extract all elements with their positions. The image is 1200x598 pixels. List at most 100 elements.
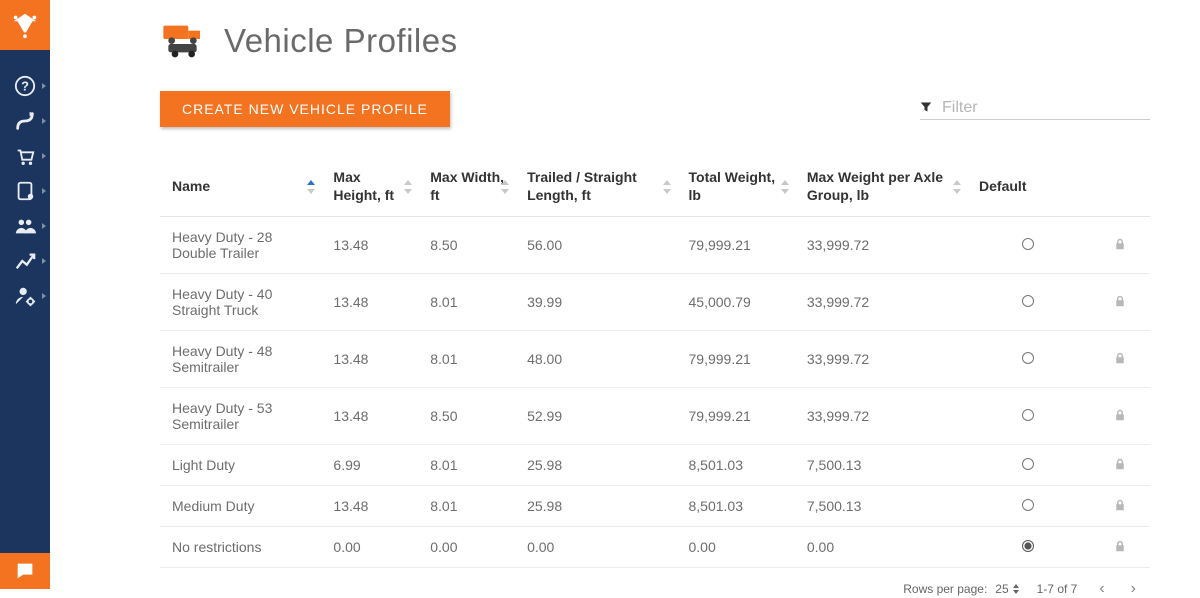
col-name-label: Name — [172, 178, 210, 194]
col-axle-label: Max Weight per Axle Group, lb — [807, 169, 943, 203]
cell-total: 79,999.21 — [677, 217, 795, 274]
cell-lock — [1085, 445, 1150, 486]
cell-name: Medium Duty — [160, 486, 321, 527]
rows-per-page: Rows per page: 25 — [903, 582, 1018, 596]
cell-height: 13.48 — [321, 388, 418, 445]
cell-lock — [1085, 331, 1150, 388]
cell-total: 0.00 — [677, 527, 795, 568]
cell-length: 39.99 — [515, 274, 676, 331]
cell-default — [967, 445, 1085, 486]
sort-icon — [501, 180, 509, 194]
table-row[interactable]: Heavy Duty - 53 Semitrailer13.488.5052.9… — [160, 388, 1150, 445]
col-total-weight[interactable]: Total Weight, lb — [677, 157, 795, 217]
cell-height: 13.48 — [321, 331, 418, 388]
cell-lock — [1085, 388, 1150, 445]
pager-prev[interactable]: ‹ — [1095, 580, 1108, 598]
col-max-height[interactable]: Max Height, ft — [321, 157, 418, 217]
sort-icon — [953, 180, 961, 194]
table-header-row: Name Max Height, ft Max Width, ft Traile… — [160, 157, 1150, 217]
cell-axle: 33,999.72 — [795, 388, 967, 445]
cell-height: 13.48 — [321, 217, 418, 274]
default-radio[interactable] — [1022, 458, 1034, 470]
table-row[interactable]: Heavy Duty - 48 Semitrailer13.488.0148.0… — [160, 331, 1150, 388]
table-row[interactable]: Heavy Duty - 40 Straight Truck13.488.013… — [160, 274, 1150, 331]
table-row[interactable]: Medium Duty13.488.0125.988,501.037,500.1… — [160, 486, 1150, 527]
col-length[interactable]: Trailed / Straight Length, ft — [515, 157, 676, 217]
rows-per-page-select[interactable]: 25 — [995, 582, 1018, 596]
col-axle-weight[interactable]: Max Weight per Axle Group, lb — [795, 157, 967, 217]
col-lock — [1085, 157, 1150, 217]
cell-default — [967, 486, 1085, 527]
cell-height: 6.99 — [321, 445, 418, 486]
create-vehicle-profile-button[interactable]: CREATE NEW VEHICLE PROFILE — [160, 91, 450, 127]
routes-icon — [14, 110, 36, 132]
cell-total: 79,999.21 — [677, 331, 795, 388]
cell-height: 0.00 — [321, 527, 418, 568]
sidebar-item-user-settings[interactable] — [0, 278, 50, 313]
default-radio[interactable] — [1022, 540, 1034, 552]
cell-length: 56.00 — [515, 217, 676, 274]
cell-name: Heavy Duty - 48 Semitrailer — [160, 331, 321, 388]
sidebar-chat-button[interactable] — [0, 553, 50, 589]
main-panel: Vehicle Profiles CREATE NEW VEHICLE PROF… — [50, 0, 1200, 589]
cell-default — [967, 217, 1085, 274]
cell-height: 13.48 — [321, 274, 418, 331]
sidebar-nav: ? — [0, 50, 50, 553]
cell-length: 0.00 — [515, 527, 676, 568]
sidebar-item-help[interactable]: ? — [0, 68, 50, 103]
default-radio[interactable] — [1022, 352, 1034, 364]
cell-total: 79,999.21 — [677, 388, 795, 445]
default-radio[interactable] — [1022, 295, 1034, 307]
lock-icon — [1114, 294, 1126, 310]
sidebar-item-orders[interactable] — [0, 138, 50, 173]
cell-lock — [1085, 274, 1150, 331]
cell-total: 45,000.79 — [677, 274, 795, 331]
sidebar-item-team[interactable] — [0, 208, 50, 243]
pager-next[interactable]: › — [1127, 580, 1140, 598]
default-radio[interactable] — [1022, 238, 1034, 250]
col-name[interactable]: Name — [160, 157, 321, 217]
cell-name: Heavy Duty - 53 Semitrailer — [160, 388, 321, 445]
cell-width: 8.50 — [418, 217, 515, 274]
sidebar-item-addressbook[interactable] — [0, 173, 50, 208]
user-settings-icon — [14, 285, 36, 307]
cell-length: 25.98 — [515, 486, 676, 527]
col-default: Default — [967, 157, 1085, 217]
cell-width: 8.01 — [418, 486, 515, 527]
app-logo[interactable] — [0, 0, 50, 50]
addressbook-icon — [14, 180, 36, 202]
table-row[interactable]: No restrictions0.000.000.000.000.00 — [160, 527, 1150, 568]
sidebar-item-analytics[interactable] — [0, 243, 50, 278]
cell-width: 8.50 — [418, 388, 515, 445]
default-radio[interactable] — [1022, 409, 1034, 421]
toolbar: CREATE NEW VEHICLE PROFILE — [160, 91, 1150, 127]
table-row[interactable]: Heavy Duty - 28 Double Trailer13.488.505… — [160, 217, 1150, 274]
cell-axle: 33,999.72 — [795, 217, 967, 274]
col-length-label: Trailed / Straight Length, ft — [527, 169, 637, 203]
cell-length: 52.99 — [515, 388, 676, 445]
col-max-width[interactable]: Max Width, ft — [418, 157, 515, 217]
sort-icon — [307, 180, 315, 194]
cell-axle: 0.00 — [795, 527, 967, 568]
table-row[interactable]: Light Duty6.998.0125.988,501.037,500.13 — [160, 445, 1150, 486]
logo-icon — [10, 10, 40, 40]
analytics-icon — [14, 250, 36, 272]
cell-axle: 7,500.13 — [795, 486, 967, 527]
sidebar: ? — [0, 0, 50, 589]
team-icon — [14, 215, 36, 237]
cell-name: Light Duty — [160, 445, 321, 486]
page-title: Vehicle Profiles — [224, 22, 458, 60]
cell-default — [967, 331, 1085, 388]
col-height-label: Max Height, ft — [333, 169, 394, 203]
filter-input[interactable] — [942, 99, 1132, 117]
lock-icon — [1114, 351, 1126, 367]
cell-width: 0.00 — [418, 527, 515, 568]
col-width-label: Max Width, ft — [430, 169, 504, 203]
cell-name: No restrictions — [160, 527, 321, 568]
sidebar-item-routes[interactable] — [0, 103, 50, 138]
filter-field[interactable] — [920, 99, 1150, 120]
col-default-label: Default — [979, 178, 1026, 194]
default-radio[interactable] — [1022, 499, 1034, 511]
cell-axle: 33,999.72 — [795, 331, 967, 388]
lock-icon — [1114, 408, 1126, 424]
